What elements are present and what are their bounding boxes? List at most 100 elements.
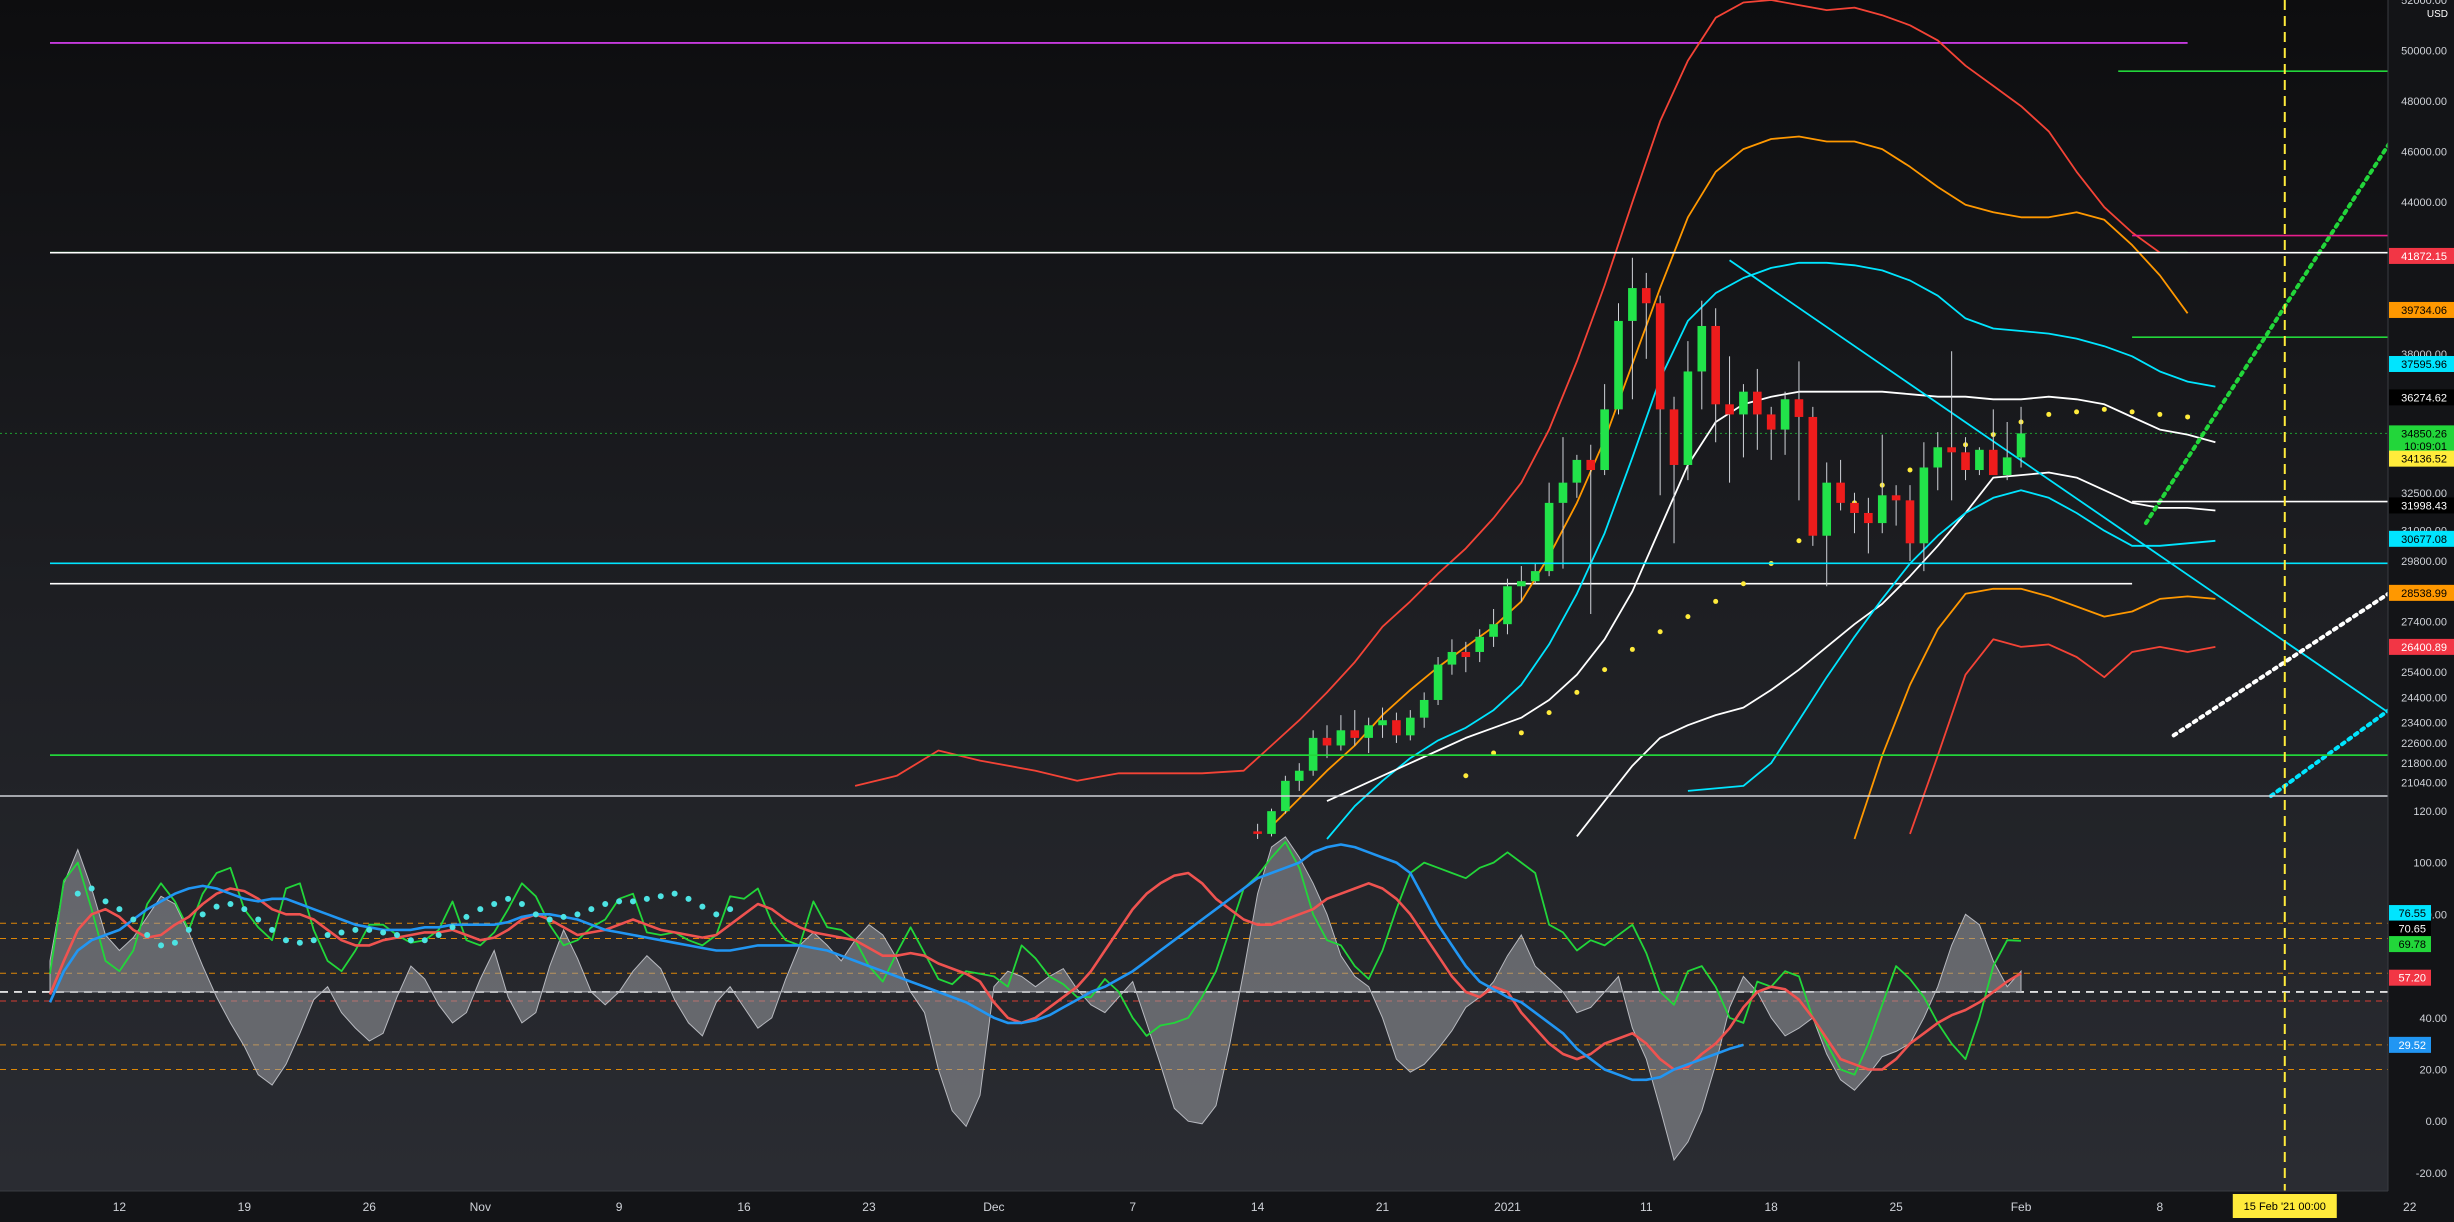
oscillator-signal-dot — [213, 903, 220, 910]
price-tick-label: 50000.00 — [2401, 46, 2447, 58]
candle-body[interactable] — [1628, 288, 1637, 321]
price-tick-label: 25400.00 — [2401, 667, 2447, 679]
candle-body[interactable] — [1419, 699, 1429, 718]
candle-body[interactable] — [1336, 730, 1346, 746]
candle-body[interactable] — [2002, 457, 2012, 476]
candle-body[interactable] — [2016, 433, 2026, 458]
price-tick-label: 44000.00 — [2401, 197, 2447, 209]
candle-body[interactable] — [1905, 500, 1915, 544]
candle-body[interactable] — [1517, 581, 1526, 587]
price-pane: 1.618(49183.72)1(42678.93)0(42000.00)0.6… — [0, 0, 2454, 840]
oscillator-signal-dot — [158, 942, 165, 949]
candle-body[interactable] — [1753, 391, 1762, 415]
candle-body[interactable] — [1877, 495, 1887, 524]
oscillator-signal-dot — [199, 911, 206, 918]
sar-dot — [2046, 411, 2052, 417]
candle-body[interactable] — [1503, 586, 1512, 625]
oscillator-badge-label: 76.55 — [2398, 908, 2426, 920]
candle-body[interactable] — [1822, 482, 1832, 536]
candle-body[interactable] — [1447, 651, 1457, 665]
oscillator-signal-dot — [421, 937, 428, 944]
time-tick-label: 23 — [862, 1200, 876, 1214]
candle-body[interactable] — [1850, 502, 1859, 513]
time-cursor-label: 15 Feb '21 00:00 — [2244, 1201, 2326, 1213]
candle-body[interactable] — [1600, 409, 1609, 471]
candle-body[interactable] — [1766, 414, 1776, 430]
candle-body[interactable] — [1725, 404, 1734, 415]
candle-body[interactable] — [1947, 447, 1956, 453]
candle-body[interactable] — [1364, 725, 1373, 738]
candle-body[interactable] — [1641, 288, 1651, 304]
time-tick-label: Nov — [470, 1200, 491, 1214]
oscillator-signal-dot — [435, 932, 442, 939]
candle-body[interactable] — [1433, 664, 1443, 700]
candle-body[interactable] — [1919, 467, 1929, 544]
oscillator-signal-dot — [505, 895, 512, 902]
candle-body[interactable] — [1544, 502, 1554, 572]
price-badge-label: 30677.08 — [2401, 534, 2447, 546]
oscillator-signal-dot — [602, 901, 609, 908]
candle-body[interactable] — [1655, 303, 1665, 410]
oscillator-signal-dot — [560, 913, 567, 920]
sar-dot — [2074, 409, 2080, 415]
sar-dot — [1602, 667, 1608, 673]
candle-body[interactable] — [1558, 482, 1568, 503]
candle-body[interactable] — [1711, 325, 1720, 405]
candle-body[interactable] — [1739, 391, 1748, 415]
candle-body[interactable] — [1669, 409, 1679, 465]
oscillator-signal-dot — [255, 916, 262, 923]
oscillator-signal-dot — [727, 906, 734, 913]
price-tick-label: 22600.00 — [2401, 738, 2447, 750]
time-tick-label: 7 — [1129, 1200, 1136, 1214]
price-badge-label: 26400.89 — [2401, 642, 2447, 654]
oscillator-signal-dot — [574, 911, 581, 918]
oscillator-signal-dot — [74, 890, 81, 897]
candle-body[interactable] — [1572, 459, 1582, 483]
candle-body[interactable] — [1988, 449, 1998, 476]
candle-body[interactable] — [1794, 399, 1804, 417]
candle-body[interactable] — [1864, 512, 1873, 524]
candle-body[interactable] — [1322, 737, 1332, 746]
candle-body[interactable] — [1475, 636, 1485, 652]
oscillator-signal-dot — [296, 939, 303, 946]
oscillator-signal-dot — [227, 901, 234, 908]
candle-body[interactable] — [1350, 730, 1360, 738]
candle-body[interactable] — [1808, 416, 1818, 536]
sar-dot — [1907, 467, 1913, 473]
candle-body[interactable] — [1294, 770, 1304, 781]
candle-body[interactable] — [1586, 459, 1596, 471]
candle-body[interactable] — [1378, 720, 1387, 726]
oscillator-signal-dot — [616, 898, 623, 905]
candle-body[interactable] — [1683, 371, 1693, 465]
price-axis[interactable]: USD 52000.00 50000.00 48000.00 46000.00 4400… — [2387, 0, 2454, 1222]
price-badge-label: 39734.06 — [2401, 305, 2447, 317]
candle-body[interactable] — [1836, 482, 1845, 503]
oscillator-signal-dot — [366, 926, 373, 933]
candle-body[interactable] — [1891, 495, 1901, 501]
oscillator-tick-label: 0.00 — [2426, 1116, 2447, 1128]
candle-body[interactable] — [1489, 624, 1498, 637]
candle-body[interactable] — [1933, 447, 1943, 468]
candle-body[interactable] — [1780, 399, 1790, 430]
candle-body[interactable] — [1392, 720, 1401, 736]
sar-dot — [1518, 730, 1524, 736]
candle-body[interactable] — [1461, 651, 1471, 658]
oscillator-signal-dot — [282, 937, 289, 944]
oscillator-badge-label: 29.52 — [2398, 1040, 2426, 1052]
price-badge-label: 37595.96 — [2401, 359, 2447, 371]
oscillator-signal-dot — [588, 906, 595, 913]
candle-body[interactable] — [1530, 571, 1540, 582]
candle-body[interactable] — [1614, 320, 1623, 410]
price-tick-label: 29800.00 — [2401, 556, 2447, 568]
oscillator-tick-label: -20.00 — [2416, 1168, 2447, 1180]
time-axis[interactable]: 12 19 26 Nov 9 16 23 Dec 7 14 21 2021 11 18 25 Feb 8 15 F… — [0, 1190, 2454, 1222]
candle-body[interactable] — [1308, 737, 1318, 771]
sar-dot — [1740, 581, 1746, 587]
candle-body[interactable] — [1405, 717, 1415, 736]
oscillator-signal-dot — [88, 885, 95, 892]
candle-body[interactable] — [1697, 325, 1707, 372]
candle-body[interactable] — [1961, 452, 1970, 471]
price-tick-label: 52000.00 — [2401, 0, 2447, 7]
candle-body[interactable] — [1975, 449, 1984, 471]
price-tick-label: 48000.00 — [2401, 96, 2447, 108]
